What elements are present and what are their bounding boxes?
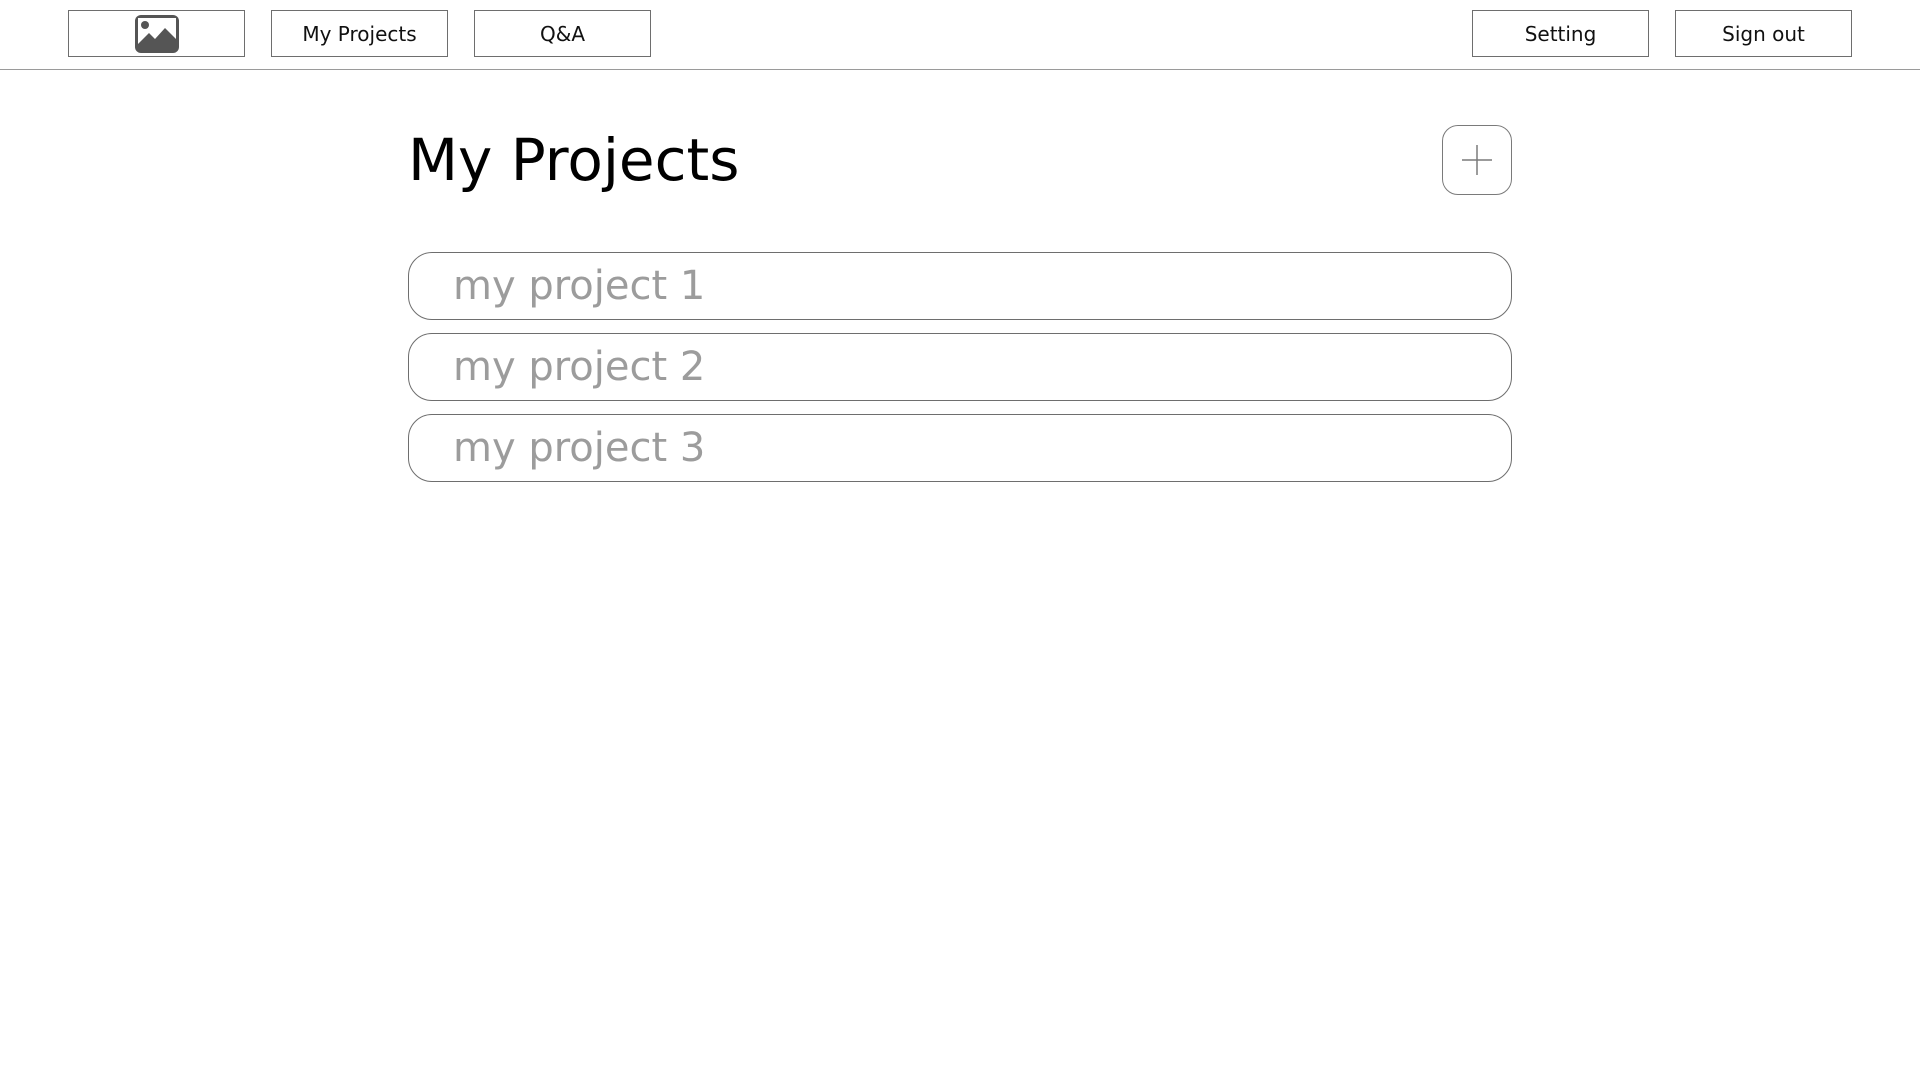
project-list-item[interactable]: my project 3	[408, 414, 1512, 482]
project-label: my project 3	[453, 425, 706, 471]
project-list-item[interactable]: my project 1	[408, 252, 1512, 320]
add-project-button[interactable]	[1442, 125, 1512, 195]
image-placeholder-icon	[134, 14, 179, 53]
project-label: my project 2	[453, 344, 706, 390]
setting-button[interactable]: Setting	[1472, 10, 1649, 57]
project-list: my project 1 my project 2 my project 3	[408, 252, 1512, 495]
page-title: My Projects	[408, 126, 740, 194]
project-list-item[interactable]: my project 2	[408, 333, 1512, 401]
sign-out-button[interactable]: Sign out	[1675, 10, 1852, 57]
project-label: my project 1	[453, 263, 706, 309]
plus-icon	[1462, 145, 1492, 175]
top-navigation-bar: My Projects Q&A Setting Sign out	[0, 0, 1920, 70]
qa-nav-button[interactable]: Q&A	[474, 10, 651, 57]
logo-button[interactable]	[68, 10, 245, 57]
my-projects-nav-button[interactable]: My Projects	[271, 10, 448, 57]
